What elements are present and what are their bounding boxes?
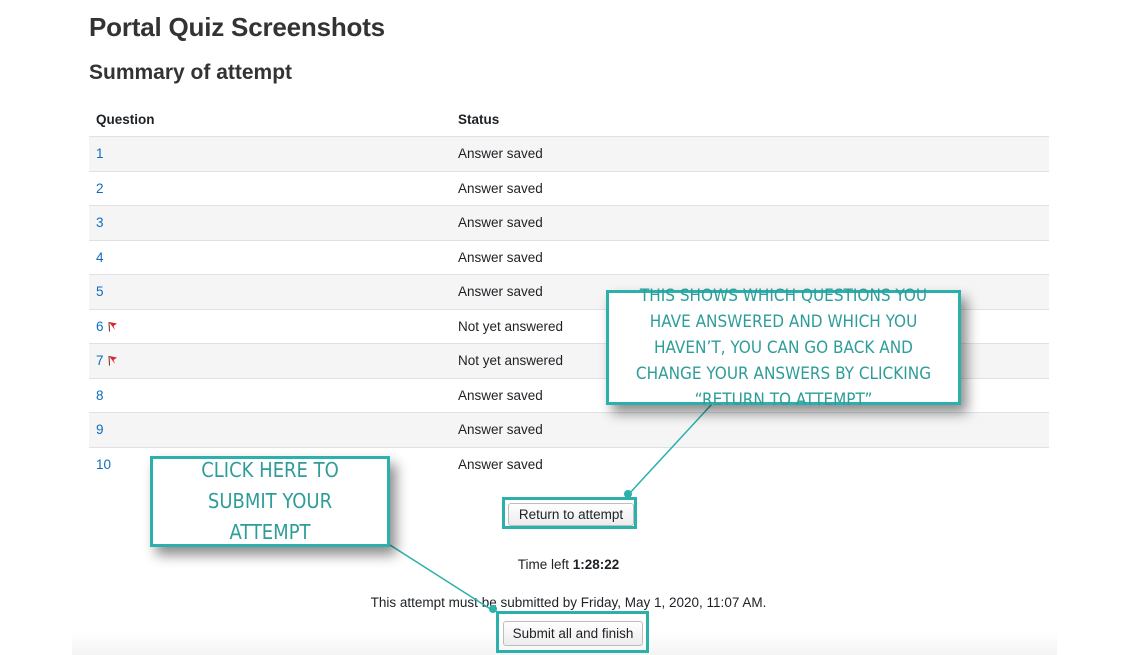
status-cell: Answer saved	[451, 136, 1049, 171]
question-cell: 4	[89, 239, 451, 275]
question-cell: 3	[89, 205, 451, 240]
flag-icon	[108, 356, 117, 366]
question-link[interactable]: 10	[96, 457, 111, 472]
table-row: 2 Answer saved	[89, 170, 1049, 206]
question-link[interactable]: 4	[96, 250, 104, 265]
time-left-value: 1:28:22	[572, 557, 620, 572]
question-link[interactable]: 9	[96, 422, 104, 437]
callout-submit-text: Click here to submit your attempt	[201, 458, 339, 544]
question-link[interactable]: 2	[96, 181, 104, 196]
callout-review-questions: This shows which questions you have answ…	[606, 286, 961, 410]
table-row: 3 Answer saved	[89, 205, 1049, 240]
question-link[interactable]: 5	[96, 284, 104, 299]
page-title: Portal Quiz Screenshots	[89, 12, 385, 42]
question-link[interactable]: 1	[96, 146, 104, 161]
submit-button-highlight	[496, 611, 649, 653]
callout-review-text: This shows which questions you have answ…	[635, 285, 932, 410]
table-row: 4 Answer saved	[89, 239, 1049, 275]
return-button-highlight	[502, 497, 637, 529]
question-cell: 1	[89, 136, 451, 171]
status-cell: Answer saved	[451, 170, 1049, 206]
question-cell: 7	[89, 343, 451, 378]
question-link[interactable]: 3	[96, 215, 104, 230]
question-cell: 5	[89, 274, 451, 309]
question-cell: 8	[89, 377, 451, 413]
question-link[interactable]: 7	[96, 353, 104, 368]
table-row: 9 Answer saved	[89, 412, 1049, 447]
question-column-header: Question	[89, 102, 451, 137]
time-left: Time left 1:28:22	[0, 557, 1130, 572]
flag-icon	[108, 321, 117, 332]
status-cell: Answer saved	[451, 205, 1049, 240]
status-column-header: Status	[451, 102, 1049, 137]
table-row: 1 Answer saved	[89, 136, 1049, 171]
time-left-label: Time left	[517, 557, 569, 572]
question-link[interactable]: 6	[96, 319, 104, 334]
status-cell: Answer saved	[451, 446, 1049, 481]
callout-submit-attempt: Click here to submit your attempt	[150, 456, 390, 547]
question-cell: 2	[89, 170, 451, 206]
question-cell: 6	[89, 308, 451, 344]
status-cell: Answer saved	[451, 239, 1049, 275]
summary-heading: Summary of attempt	[89, 61, 293, 84]
question-link[interactable]: 8	[96, 388, 104, 403]
status-cell: Answer saved	[451, 412, 1049, 447]
table-header-row: Question Status	[89, 102, 1049, 137]
deadline-text: This attempt must be submitted by Friday…	[370, 595, 767, 610]
question-cell: 9	[89, 412, 451, 447]
